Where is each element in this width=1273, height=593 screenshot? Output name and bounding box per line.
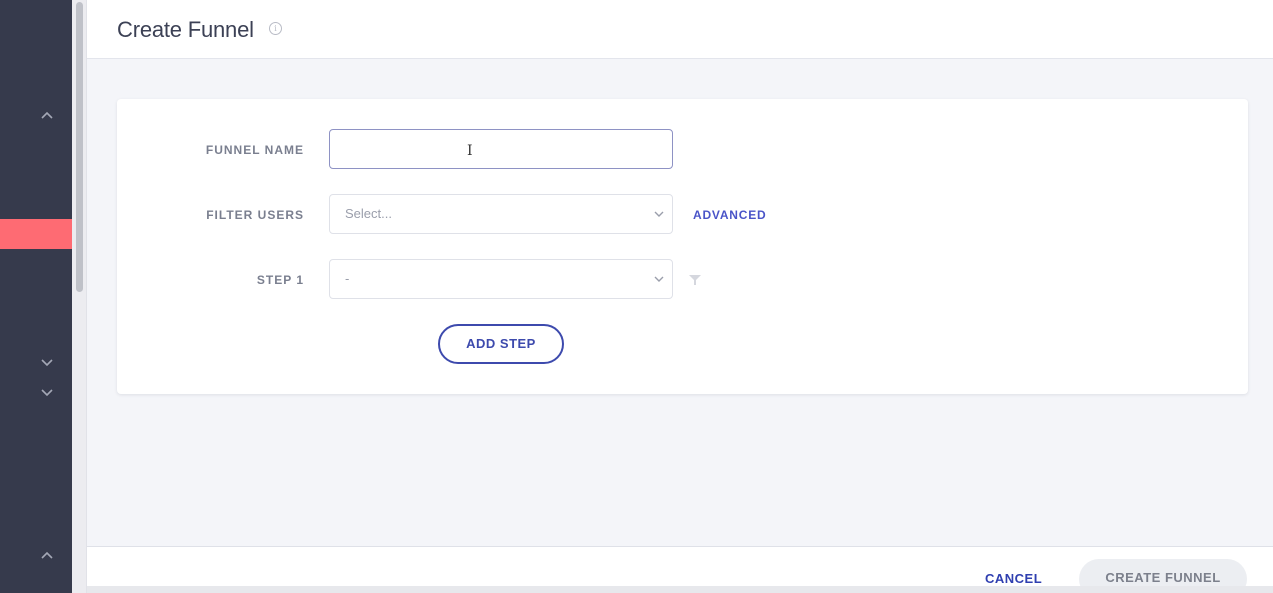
chevron-up-icon[interactable] (38, 108, 56, 122)
funnel-name-input[interactable]: I (329, 129, 673, 169)
chevron-down-icon[interactable] (38, 356, 56, 370)
page-title: Create Funnel (117, 17, 254, 42)
filter-users-label: FILTER USERS (206, 208, 304, 222)
sidebar-scrollbar[interactable] (72, 0, 87, 593)
add-step-button[interactable]: ADD STEP (438, 324, 564, 364)
funnel-form-card: FUNNEL NAME I FILTER USERS Select... ADV… (117, 99, 1248, 394)
bottom-strip (87, 586, 1273, 593)
info-icon[interactable]: i (269, 22, 282, 35)
chevron-down-icon (654, 211, 664, 217)
chevron-down-icon[interactable] (38, 386, 56, 400)
step1-select[interactable]: - (329, 259, 673, 299)
chevron-up-icon[interactable] (38, 548, 56, 562)
step1-label: STEP 1 (256, 273, 304, 287)
scrollbar-thumb[interactable] (76, 2, 83, 292)
filter-users-select[interactable]: Select... (329, 194, 673, 234)
advanced-link[interactable]: ADVANCED (693, 208, 767, 222)
chevron-down-icon (654, 276, 664, 282)
filter-icon[interactable] (689, 275, 701, 285)
sidebar (0, 0, 72, 593)
text-cursor-icon: I (467, 143, 473, 159)
filter-users-placeholder: Select... (345, 206, 392, 221)
sidebar-active-item[interactable] (0, 219, 72, 249)
step1-value: - (345, 271, 350, 286)
page-header: Create Funnel i (87, 0, 1273, 59)
funnel-name-label: FUNNEL NAME (205, 143, 304, 157)
cancel-button[interactable]: CANCEL (985, 571, 1042, 586)
